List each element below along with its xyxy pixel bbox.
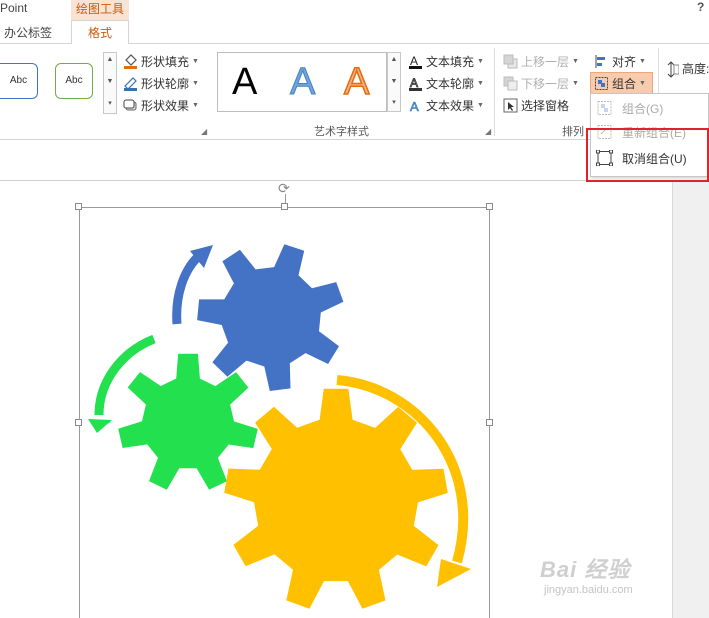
svg-text:A: A	[410, 99, 419, 113]
svg-text:A: A	[410, 54, 418, 68]
chevron-down-icon: ▼	[192, 79, 199, 87]
paint-bucket-icon	[123, 53, 138, 69]
text-effects-button[interactable]: A 文本效果 ▼	[408, 95, 484, 115]
scroll-down-icon[interactable]: ▼	[388, 77, 400, 87]
pencil-outline-icon	[123, 76, 138, 91]
chevron-down-icon: ▼	[572, 57, 579, 65]
baidu-watermark: Bai 经验 jingyan.baidu.com	[540, 548, 690, 608]
text-effects-label: 文本效果	[426, 98, 475, 113]
gallery-more-icon[interactable]: ▾	[104, 99, 116, 109]
text-fill-label: 文本填充	[426, 54, 475, 69]
send-backward-label: 下移一层	[521, 76, 570, 91]
help-icon[interactable]: ?	[697, 0, 704, 14]
selection-frame	[79, 207, 490, 618]
wordart-sample-black[interactable]: A	[232, 61, 257, 104]
slide-top-edge	[0, 180, 672, 181]
shape-styles-launcher-icon[interactable]: ◢	[201, 127, 207, 136]
svg-text:A: A	[410, 76, 418, 90]
text-outline-icon: A	[408, 75, 423, 91]
wordart-styles-group-label: 艺术字样式	[314, 126, 369, 138]
gallery-more-icon[interactable]: ▾	[388, 98, 400, 108]
bring-forward-button[interactable]: 上移一层 ▼	[503, 51, 579, 71]
rotate-handle-icon[interactable]: ⟳	[278, 180, 290, 197]
shape-outline-button[interactable]: 形状轮廓 ▼	[123, 73, 199, 93]
resize-handle-left[interactable]	[75, 419, 82, 426]
tab-format[interactable]: 格式	[71, 20, 129, 45]
group-button[interactable]: 组合 ▼	[590, 72, 653, 94]
shape-effect-icon	[123, 98, 138, 113]
chevron-down-icon: ▼	[477, 57, 484, 65]
text-outline-button[interactable]: A 文本轮廓 ▼	[408, 73, 484, 93]
text-fill-icon: A	[408, 54, 423, 69]
shape-style-sample-1[interactable]: Abc	[0, 63, 38, 99]
bring-forward-label: 上移一层	[521, 54, 570, 69]
shape-fill-button[interactable]: 形状填充 ▼	[123, 51, 199, 71]
align-icon	[594, 54, 609, 69]
scroll-up-icon[interactable]: ▲	[104, 55, 116, 65]
bring-forward-icon	[503, 54, 518, 69]
resize-handle-top[interactable]	[281, 203, 288, 210]
scroll-up-icon[interactable]: ▲	[388, 55, 400, 65]
shape-style-sample-2[interactable]: Abc	[55, 63, 93, 99]
text-fill-button[interactable]: A 文本填充 ▼	[408, 51, 484, 71]
group-label: 组合	[612, 76, 637, 91]
resize-handle-top-right[interactable]	[486, 203, 493, 210]
chevron-down-icon: ▼	[477, 101, 484, 109]
menu-item-group-label: 组合(G)	[622, 101, 664, 116]
watermark-sub-text: jingyan.baidu.com	[544, 584, 633, 596]
chevron-down-icon: ▼	[477, 79, 484, 87]
wordart-gallery-scroll[interactable]: ▲ ▼ ▾	[387, 52, 401, 112]
send-backward-button[interactable]: 下移一层 ▼	[503, 73, 579, 93]
app-title: Point	[0, 1, 28, 15]
shape-effects-label: 形状效果	[141, 98, 190, 113]
wordart-sample-orange[interactable]: A	[343, 60, 370, 104]
menu-item-group[interactable]: 组合(G)	[593, 97, 707, 119]
wordart-gallery[interactable]: A A A	[217, 52, 387, 112]
wordart-sample-blue[interactable]: A	[289, 61, 315, 104]
resize-handle-top-left[interactable]	[75, 203, 82, 210]
drawing-tools-context-tab: 绘图工具	[71, 0, 129, 20]
shape-outline-label: 形状轮廓	[141, 76, 190, 91]
height-label: 高度:	[682, 61, 709, 76]
align-button[interactable]: 对齐 ▼	[594, 51, 646, 71]
group-icon	[594, 76, 609, 91]
selection-pane-button[interactable]: 选择窗格	[503, 95, 569, 115]
ribbon-separator	[494, 48, 495, 136]
text-outline-label: 文本轮廓	[426, 76, 475, 91]
chevron-down-icon: ▼	[572, 79, 579, 87]
tab-office[interactable]: 办公标签	[4, 24, 52, 41]
send-backward-icon	[503, 76, 518, 91]
wordart-launcher-icon[interactable]: ◢	[485, 127, 491, 136]
chevron-down-icon: ▼	[639, 57, 646, 65]
watermark-main-text: Bai 经验	[540, 557, 631, 582]
shape-effects-button[interactable]: 形状效果 ▼	[123, 95, 199, 115]
scroll-down-icon[interactable]: ▼	[104, 77, 116, 87]
shape-fill-label: 形状填充	[141, 54, 190, 69]
annotation-highlight-box	[586, 128, 709, 182]
chevron-down-icon: ▼	[192, 57, 199, 65]
chevron-down-icon: ▼	[192, 101, 199, 109]
group-icon	[596, 100, 614, 116]
resize-handle-right[interactable]	[486, 419, 493, 426]
height-icon	[664, 60, 680, 78]
height-control[interactable]: 高度:	[664, 58, 709, 78]
shape-style-gallery-scroll[interactable]: ▲ ▼ ▾	[103, 52, 117, 114]
selection-pane-icon	[503, 98, 518, 113]
text-effect-icon: A	[408, 98, 423, 114]
selection-pane-label: 选择窗格	[521, 98, 570, 113]
arrange-group-label: 排列	[562, 126, 584, 138]
chevron-down-icon: ▼	[639, 79, 646, 87]
align-label: 对齐	[612, 54, 637, 69]
